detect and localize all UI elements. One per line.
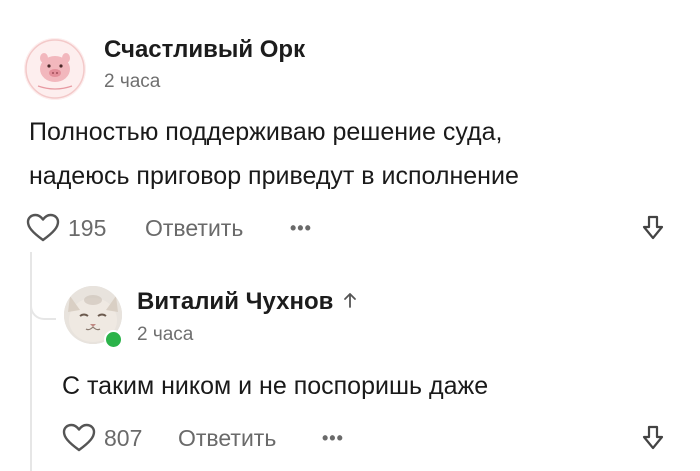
reply-actions: 807 Ответить ••• bbox=[0, 420, 700, 456]
like-count: 807 bbox=[104, 424, 143, 451]
arrow-down-icon bbox=[642, 425, 664, 450]
arrow-up-icon bbox=[343, 288, 357, 316]
arrow-down-icon bbox=[642, 215, 664, 240]
author-name[interactable]: Счастливый Орк bbox=[104, 36, 305, 64]
reply-author: Виталий Чухнов bbox=[137, 288, 357, 316]
like-button[interactable]: 807 bbox=[62, 420, 142, 456]
reply-button[interactable]: Ответить bbox=[178, 420, 276, 456]
like-button[interactable]: 195 bbox=[26, 210, 106, 246]
like-count: 195 bbox=[68, 214, 107, 241]
heart-outline-icon bbox=[62, 423, 96, 452]
comment-text-line: надеюсь приговор приведут в исполнение bbox=[29, 162, 519, 190]
pig-avatar-icon bbox=[24, 38, 86, 100]
comment-text: Полностью поддерживаю решение суда, наде… bbox=[29, 110, 519, 198]
heart-outline-icon bbox=[26, 213, 60, 242]
comment-thread: Счастливый Орк 2 часа Полностью поддержи… bbox=[0, 0, 700, 471]
comment-actions: 195 Ответить ••• bbox=[0, 210, 700, 246]
reply-text: С таким ником и не поспоришь даже bbox=[62, 372, 489, 400]
more-options-button[interactable]: ••• bbox=[290, 210, 312, 246]
reply-button[interactable]: Ответить bbox=[145, 210, 243, 246]
avatar[interactable] bbox=[24, 38, 86, 100]
comment-text-line: Полностью поддерживаю решение суда, bbox=[29, 118, 503, 146]
downvote-button[interactable] bbox=[642, 420, 664, 456]
comment-time: 2 часа bbox=[104, 71, 161, 92]
downvote-button[interactable] bbox=[642, 210, 664, 246]
reply-time: 2 часа bbox=[137, 324, 194, 345]
more-options-button[interactable]: ••• bbox=[322, 420, 344, 456]
online-status-indicator bbox=[104, 330, 123, 349]
thread-connector bbox=[30, 252, 56, 320]
reply-author-name[interactable]: Виталий Чухнов bbox=[137, 288, 333, 315]
